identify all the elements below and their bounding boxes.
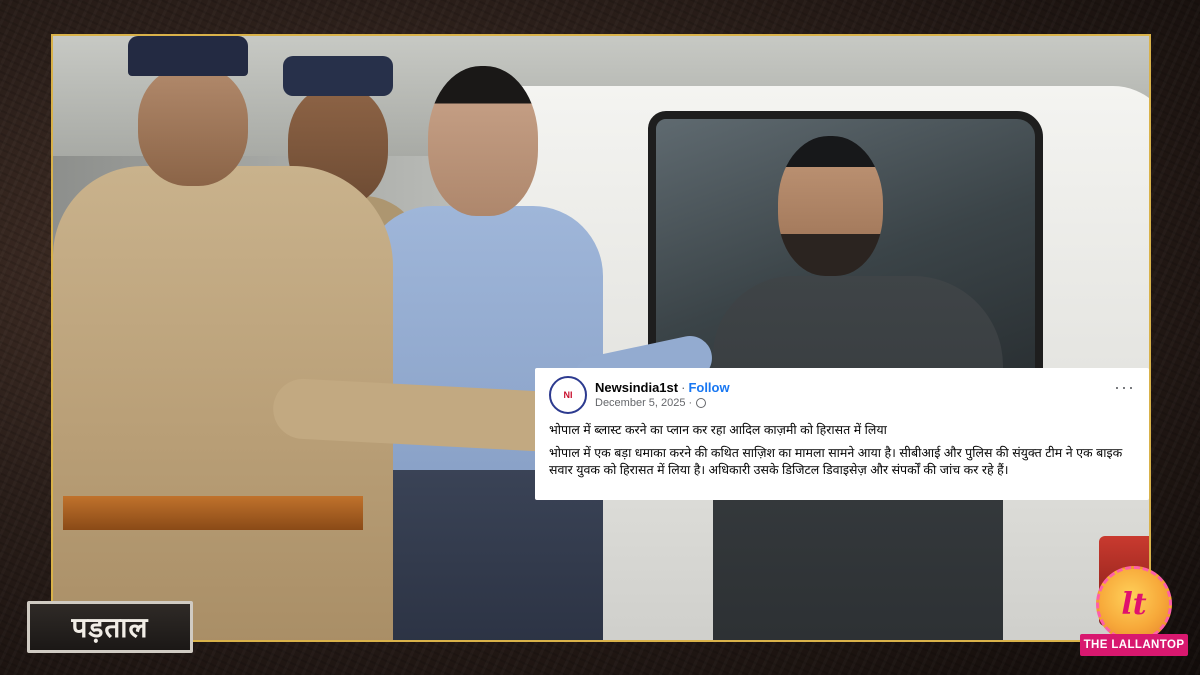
police-officer-front-cap	[128, 36, 248, 76]
post-date[interactable]: December 5, 2025 ·	[595, 396, 692, 411]
post-header: NI Newsindia1st · Follow December 5, 2025 …	[549, 376, 1135, 414]
post-date-line: December 5, 2025 ·	[595, 396, 730, 411]
logo-wordmark: THE LALLANTOP	[1080, 634, 1188, 656]
follow-button[interactable]: Follow	[688, 380, 729, 395]
globe-icon	[696, 398, 707, 408]
more-options-icon[interactable]: ···	[1114, 378, 1135, 396]
post-body: भोपाल में एक बड़ा धमाका करने की कथित साज…	[549, 446, 1123, 477]
social-post-card: NI Newsindia1st · Follow December 5, 2025 …	[535, 368, 1149, 500]
padtaal-badge: पड़ताल	[27, 601, 193, 653]
avatar[interactable]: NI	[549, 376, 587, 414]
logo-monogram: lt	[1096, 566, 1172, 642]
person-blue-shirt-head	[428, 66, 538, 216]
photo-scene	[53, 36, 1149, 640]
author-name[interactable]: Newsindia1st	[595, 380, 678, 395]
person-detained-head	[778, 136, 883, 276]
avatar-label: NI	[563, 390, 573, 400]
lallantop-logo: lt THE LALLANTOP	[1080, 566, 1188, 658]
police-officer-front	[53, 36, 605, 640]
post-headline: भोपाल में ब्लास्ट करने का प्लान कर रहा आ…	[549, 423, 887, 437]
author-line: Newsindia1st · Follow	[595, 380, 730, 396]
police-officer-front-head	[138, 66, 248, 186]
news-photo	[51, 34, 1151, 642]
police-officer-front-belt	[63, 496, 363, 530]
separator: ·	[681, 379, 686, 395]
post-meta: Newsindia1st · Follow December 5, 2025 ·	[595, 380, 730, 411]
